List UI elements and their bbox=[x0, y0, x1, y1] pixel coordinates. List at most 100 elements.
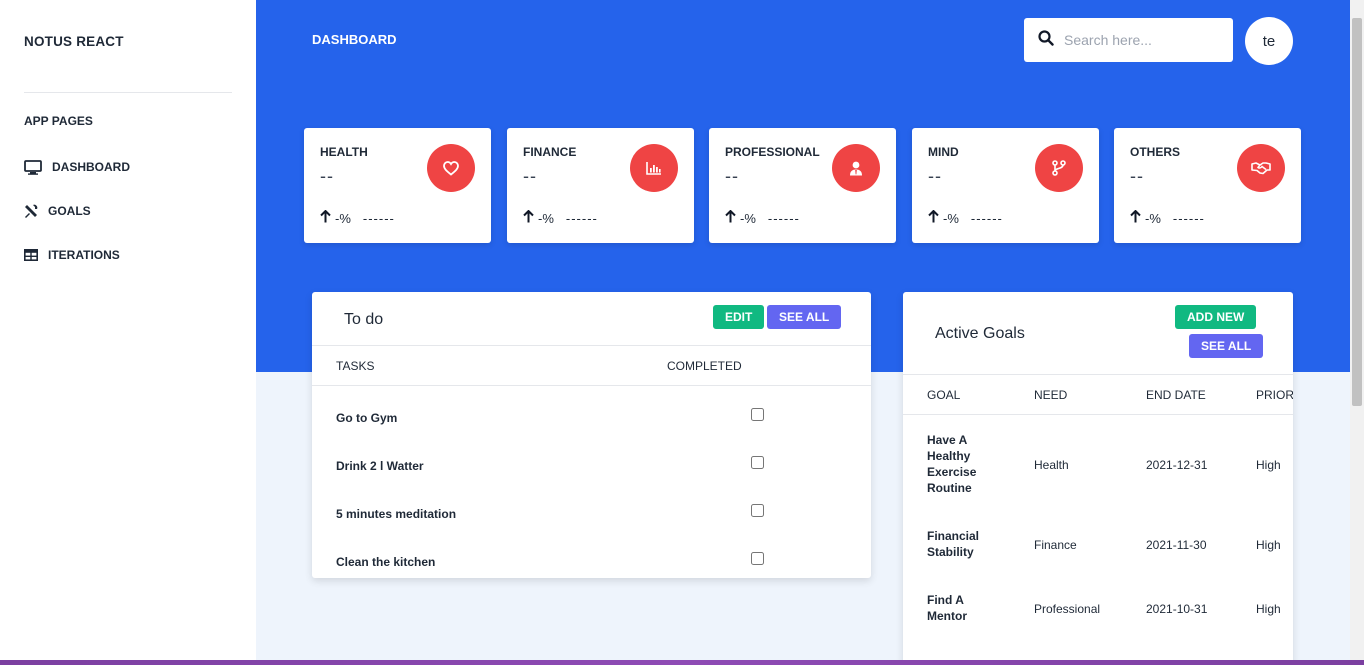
stat-percent: -% bbox=[335, 210, 351, 226]
arrow-up-icon bbox=[320, 209, 331, 226]
sidebar-item-label: ITERATIONS bbox=[48, 248, 120, 262]
task-label: 5 minutes meditation bbox=[336, 507, 457, 521]
arrow-up-icon bbox=[1130, 209, 1141, 226]
column-header-end-date: END DATE bbox=[1146, 388, 1206, 402]
stat-footer: -% ------ bbox=[320, 209, 395, 226]
sidebar: NOTUS REACT APP PAGES DASHBOARD GOALS IT… bbox=[0, 0, 256, 665]
table-row: Drink 2 l Watter bbox=[312, 442, 871, 490]
stat-percent: -% bbox=[538, 210, 554, 226]
goal-priority: High bbox=[1256, 602, 1281, 616]
stat-value: -- bbox=[1130, 166, 1144, 186]
sidebar-item-dashboard[interactable]: DASHBOARD bbox=[24, 159, 130, 175]
column-header-priority: PRIORI bbox=[1256, 388, 1293, 402]
stat-percent: -% bbox=[740, 210, 756, 226]
stat-value: -- bbox=[928, 166, 942, 186]
stat-subtext: ------ bbox=[362, 210, 395, 226]
stat-subtext: ------ bbox=[1172, 210, 1205, 226]
stat-value: -- bbox=[523, 166, 537, 186]
task-label: Go to Gym bbox=[336, 411, 398, 425]
arrow-up-icon bbox=[928, 209, 939, 226]
chart-icon bbox=[630, 144, 678, 192]
handshake-icon bbox=[1237, 144, 1285, 192]
goal-priority: High bbox=[1256, 458, 1281, 472]
search-box[interactable] bbox=[1024, 18, 1233, 62]
brand-logo[interactable]: NOTUS REACT bbox=[24, 34, 124, 49]
stat-percent: -% bbox=[943, 210, 959, 226]
active-goals-card: Active Goals ADD NEW SEE ALL GOAL NEED E… bbox=[903, 292, 1293, 665]
stat-card-mind: MIND -- -% ------ bbox=[912, 128, 1099, 243]
stat-title: MIND bbox=[928, 145, 959, 159]
goal-priority: High bbox=[1256, 538, 1281, 552]
goal-need: Professional bbox=[1034, 602, 1101, 616]
column-header-tasks: TASKS bbox=[336, 359, 375, 373]
goal-need: Health bbox=[1034, 458, 1069, 472]
search-input[interactable] bbox=[1064, 32, 1224, 48]
stat-subtext: ------ bbox=[565, 210, 598, 226]
desktop-icon bbox=[24, 159, 42, 175]
table-row: Financial Stability Finance 2021-11-30 H… bbox=[903, 528, 1293, 560]
task-completed-checkbox[interactable] bbox=[751, 504, 764, 517]
branch-icon bbox=[1035, 144, 1083, 192]
stat-percent: -% bbox=[1145, 210, 1161, 226]
user-tie-icon bbox=[832, 144, 880, 192]
table-header: TASKS COMPLETED bbox=[312, 345, 871, 386]
table-row: 5 minutes meditation bbox=[312, 490, 871, 538]
goal-name: Have A Healthy Exercise Routine bbox=[927, 433, 977, 495]
table-header: GOAL NEED END DATE PRIORI bbox=[903, 374, 1293, 415]
todo-title: To do bbox=[344, 311, 384, 328]
heart-icon bbox=[427, 144, 475, 192]
stat-subtext: ------ bbox=[970, 210, 1003, 226]
sidebar-section-label: APP PAGES bbox=[24, 114, 93, 128]
stat-title: PROFESSIONAL bbox=[725, 145, 820, 159]
stat-title: HEALTH bbox=[320, 145, 368, 159]
page-title[interactable]: DASHBOARD bbox=[312, 32, 397, 47]
tools-icon bbox=[24, 203, 38, 219]
sidebar-item-goals[interactable]: GOALS bbox=[24, 203, 91, 219]
arrow-up-icon bbox=[523, 209, 534, 226]
stat-title: FINANCE bbox=[523, 145, 577, 159]
table-row: Have A Healthy Exercise Routine Health 2… bbox=[903, 432, 1293, 496]
stat-title: OTHERS bbox=[1130, 145, 1181, 159]
search-icon bbox=[1038, 29, 1054, 51]
todo-card: To do EDIT SEE ALL TASKS COMPLETED Go to… bbox=[312, 292, 871, 578]
sidebar-item-label: GOALS bbox=[48, 204, 91, 218]
task-completed-checkbox[interactable] bbox=[751, 552, 764, 565]
scrollbar-thumb[interactable] bbox=[1352, 18, 1362, 406]
arrow-up-icon bbox=[725, 209, 736, 226]
table-row: Find A Mentor Professional 2021-10-31 Hi… bbox=[903, 592, 1293, 624]
stat-value: -- bbox=[320, 166, 334, 186]
edit-button[interactable]: EDIT bbox=[713, 305, 765, 329]
stat-subtext: ------ bbox=[767, 210, 800, 226]
sidebar-divider bbox=[24, 92, 232, 93]
stat-value: -- bbox=[725, 166, 739, 186]
table-icon bbox=[24, 247, 38, 263]
see-all-button[interactable]: SEE ALL bbox=[767, 305, 842, 329]
stat-card-professional: PROFESSIONAL -- -% ------ bbox=[709, 128, 896, 243]
vertical-scrollbar[interactable] bbox=[1350, 0, 1364, 665]
task-completed-checkbox[interactable] bbox=[751, 456, 764, 469]
goal-end-date: 2021-11-30 bbox=[1146, 538, 1207, 552]
see-all-goals-button[interactable]: SEE ALL bbox=[1189, 334, 1264, 358]
add-new-button[interactable]: ADD NEW bbox=[1175, 305, 1257, 329]
stat-footer: -% ------ bbox=[725, 209, 800, 226]
table-row: Go to Gym bbox=[312, 394, 871, 442]
table-row: Clean the kitchen bbox=[312, 538, 871, 586]
stat-card-health: HEALTH -- -% ------ bbox=[304, 128, 491, 243]
goal-need: Finance bbox=[1034, 538, 1077, 552]
stat-card-others: OTHERS -- -% ------ bbox=[1114, 128, 1301, 243]
goal-end-date: 2021-12-31 bbox=[1146, 458, 1208, 472]
goal-end-date: 2021-10-31 bbox=[1146, 602, 1208, 616]
goals-title: Active Goals bbox=[935, 325, 1025, 342]
taskbar-strip bbox=[0, 660, 1364, 665]
column-header-goal: GOAL bbox=[927, 388, 961, 402]
goal-name: Find A Mentor bbox=[927, 593, 967, 623]
avatar[interactable]: te bbox=[1245, 17, 1293, 65]
task-completed-checkbox[interactable] bbox=[751, 408, 764, 421]
stat-footer: -% ------ bbox=[523, 209, 598, 226]
stat-footer: -% ------ bbox=[1130, 209, 1205, 226]
stat-footer: -% ------ bbox=[928, 209, 1003, 226]
goal-name: Financial Stability bbox=[927, 529, 980, 559]
sidebar-item-iterations[interactable]: ITERATIONS bbox=[24, 247, 120, 263]
column-header-completed: COMPLETED bbox=[667, 359, 742, 373]
task-label: Clean the kitchen bbox=[336, 555, 436, 569]
